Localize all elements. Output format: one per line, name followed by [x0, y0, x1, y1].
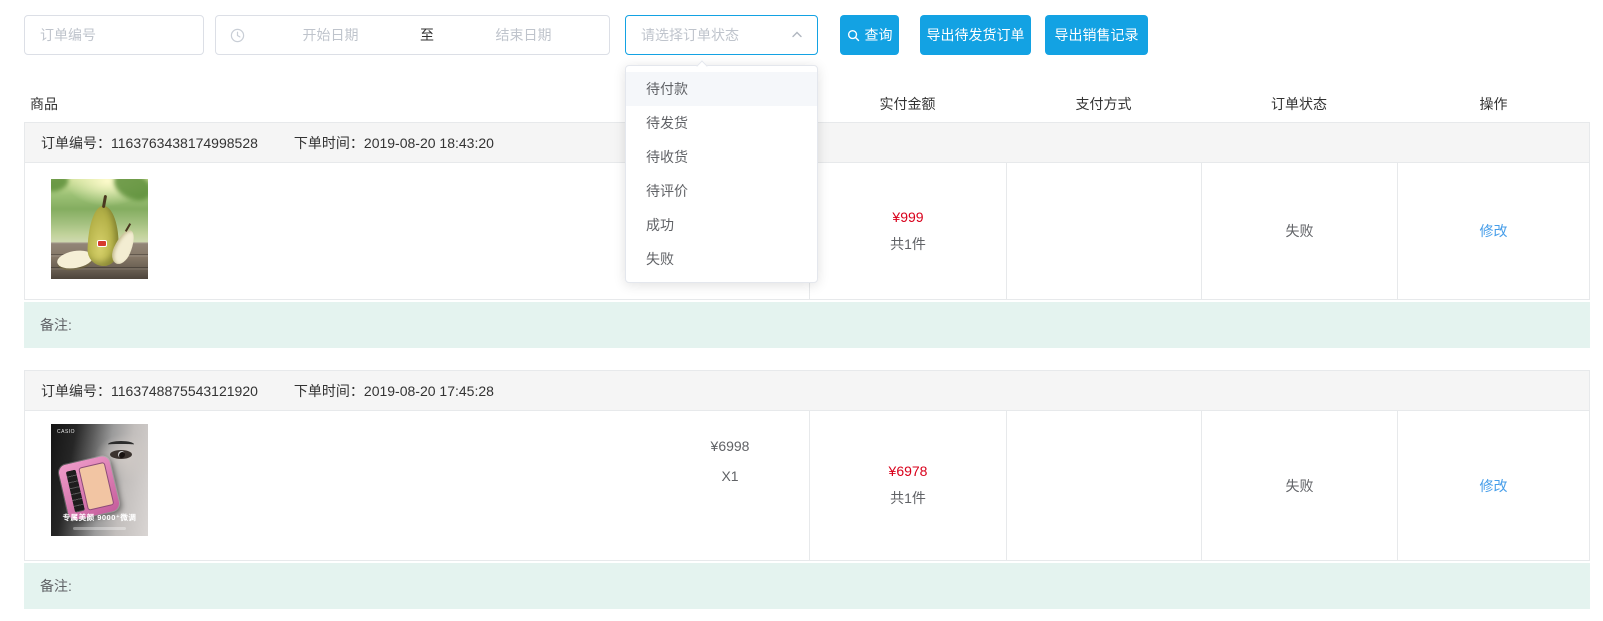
- column-header-paid-amount: 实付金额: [809, 94, 1006, 114]
- dropdown-option-pending-shipment[interactable]: 待发货: [626, 106, 817, 140]
- quantity: X1: [685, 461, 775, 491]
- export-pending-orders-button[interactable]: 导出待发货订单: [920, 15, 1031, 55]
- order-time: 下单时间：2019-08-20 17:45:28: [294, 381, 494, 401]
- dropdown-option-pending-payment[interactable]: 待付款: [626, 72, 817, 106]
- dropdown-option-success[interactable]: 成功: [626, 208, 817, 242]
- end-date-placeholder[interactable]: 结束日期: [438, 25, 609, 45]
- start-date-placeholder[interactable]: 开始日期: [245, 25, 416, 45]
- paid-amount: ¥999: [892, 209, 923, 225]
- order-status-dropdown: 待付款 待发货 待收货 待评价 成功 失败: [625, 65, 818, 283]
- order-management-page: 开始日期 至 结束日期 请选择订单状态 查询 导出待发货订单 导出销售记录 待付…: [0, 0, 1603, 621]
- order-number: 订单编号：1163763438174998528: [41, 133, 258, 153]
- order-remark-row: 备注:: [24, 302, 1590, 348]
- search-button-label: 查询: [865, 25, 893, 45]
- order-number: 订单编号：1163748875543121920: [41, 381, 258, 401]
- actions-cell: 修改: [1397, 163, 1589, 299]
- order-status-cell: 失败: [1201, 411, 1397, 560]
- magnifier-icon: [847, 29, 860, 42]
- remark-label: 备注:: [40, 576, 72, 596]
- order-status: 失败: [1286, 476, 1314, 496]
- order-status-cell: 失败: [1201, 163, 1397, 299]
- product-caption-text: 专属美颜 9000⁺微调: [51, 512, 148, 523]
- date-range-picker[interactable]: 开始日期 至 结束日期: [215, 15, 610, 55]
- paid-amount: ¥6978: [889, 463, 928, 479]
- total-pieces: 共1件: [890, 234, 926, 254]
- product-brand-text: CASIO: [57, 429, 75, 435]
- product-subcaption-bar: [73, 527, 126, 530]
- clock-icon: [230, 28, 245, 43]
- dropdown-option-pending-review[interactable]: 待评价: [626, 174, 817, 208]
- paid-amount-cell: ¥999 共1件: [809, 163, 1006, 299]
- paid-amount-cell: ¥6978 共1件: [809, 411, 1006, 560]
- actions-cell: 修改: [1397, 411, 1589, 560]
- dropdown-option-failed[interactable]: 失败: [626, 242, 817, 276]
- order-block: 订单编号：1163748875543121920 下单时间：2019-08-20…: [24, 370, 1590, 609]
- order-status-select[interactable]: 请选择订单状态: [625, 15, 818, 55]
- search-button[interactable]: 查询: [840, 15, 899, 55]
- order-time: 下单时间：2019-08-20 18:43:20: [294, 133, 494, 153]
- dropdown-arrow: [696, 60, 707, 71]
- export-sales-records-button[interactable]: 导出销售记录: [1045, 15, 1148, 55]
- total-pieces: 共1件: [890, 488, 926, 508]
- product-cell: CASIO 专属美颜 9000⁺微调 ¥6998 X1: [25, 411, 809, 560]
- unit-price-block: ¥6998 X1: [685, 431, 775, 491]
- modify-link[interactable]: 修改: [1480, 476, 1508, 496]
- order-remark-row: 备注:: [24, 563, 1590, 609]
- order-number-input[interactable]: [24, 15, 204, 55]
- column-header-actions: 操作: [1397, 94, 1590, 114]
- order-header: 订单编号：1163748875543121920 下单时间：2019-08-20…: [25, 371, 1589, 411]
- column-header-order-status: 订单状态: [1201, 94, 1397, 114]
- unit-price: ¥6998: [685, 431, 775, 461]
- modify-link[interactable]: 修改: [1480, 221, 1508, 241]
- date-range-separator: 至: [416, 25, 438, 45]
- column-header-payment-method: 支付方式: [1006, 94, 1201, 114]
- dropdown-option-pending-receipt[interactable]: 待收货: [626, 140, 817, 174]
- product-image-camera-ad: CASIO 专属美颜 9000⁺微调: [51, 424, 148, 536]
- remark-label: 备注:: [40, 315, 72, 335]
- chevron-up-icon: [791, 29, 803, 41]
- order-status: 失败: [1286, 221, 1314, 241]
- status-select-placeholder: 请选择订单状态: [626, 25, 791, 45]
- payment-method-cell: [1006, 411, 1201, 560]
- payment-method-cell: [1006, 163, 1201, 299]
- product-image-pear: [51, 179, 148, 279]
